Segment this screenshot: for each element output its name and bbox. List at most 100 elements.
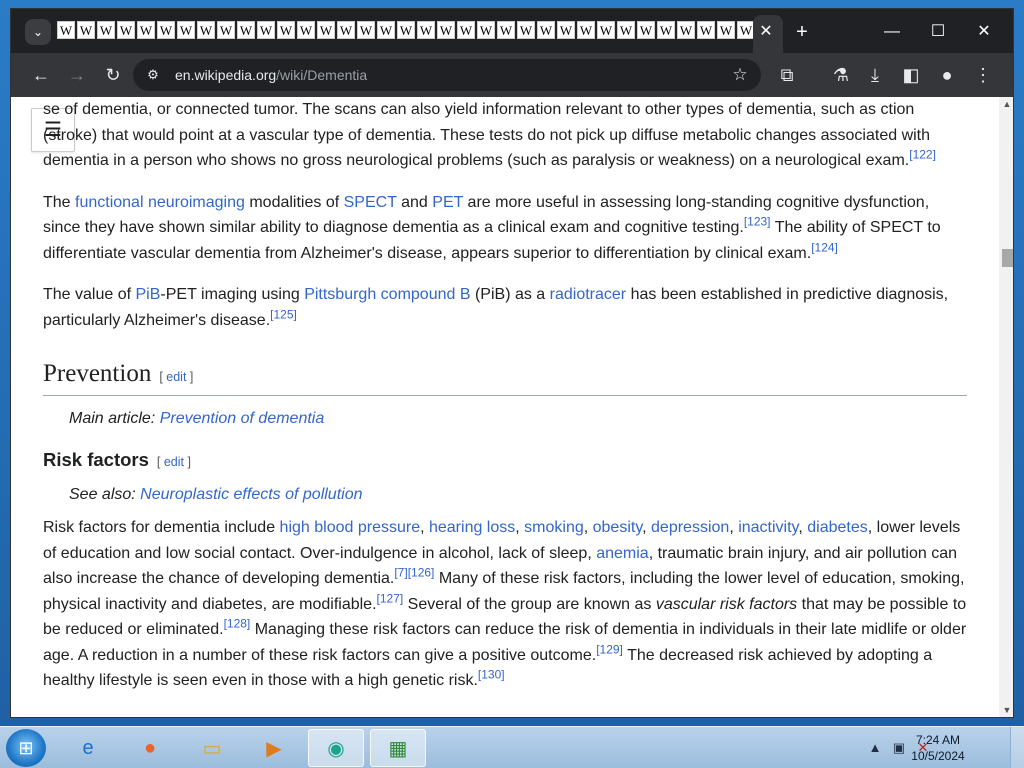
tab-wikipedia-favicon[interactable]: W xyxy=(537,21,555,39)
file-explorer-icon[interactable]: ▭ xyxy=(184,729,240,767)
back-button[interactable]: ← xyxy=(29,63,53,87)
tab-wikipedia-favicon[interactable]: W xyxy=(57,21,75,39)
tab-wikipedia-favicon[interactable]: W xyxy=(97,21,115,39)
system-clock[interactable]: 7:24 AM 10/5/2024 xyxy=(908,732,968,764)
tab-wikipedia-favicon[interactable]: W xyxy=(357,21,375,39)
citation-127[interactable]: [127] xyxy=(377,591,404,605)
clock-date: 10/5/2024 xyxy=(911,749,965,763)
vertical-scrollbar[interactable]: ▲ ▼ xyxy=(999,97,1013,717)
link-diabetes[interactable]: diabetes xyxy=(807,519,868,536)
tab-wikipedia-favicon[interactable]: W xyxy=(117,21,135,39)
network-icon[interactable]: ▣ xyxy=(890,739,908,757)
minimize-button[interactable]: — xyxy=(877,21,907,43)
flask-icon[interactable]: ⚗ xyxy=(829,63,853,87)
citation-122[interactable]: [122] xyxy=(909,148,936,162)
tab-wikipedia-favicon[interactable]: W xyxy=(477,21,495,39)
link-prevention-of-dementia[interactable]: Prevention of dementia xyxy=(160,410,325,427)
tab-wikipedia-favicon[interactable]: W xyxy=(277,21,295,39)
link-radiotracer[interactable]: radiotracer xyxy=(550,286,626,303)
tab-wikipedia-favicon[interactable]: W xyxy=(697,21,715,39)
tab-wikipedia-favicon[interactable]: W xyxy=(557,21,575,39)
windows-start-button[interactable]: ⊞ xyxy=(6,729,46,767)
tab-wikipedia-favicon[interactable]: W xyxy=(77,21,95,39)
link-depression[interactable]: depression xyxy=(651,519,729,536)
side-panel-icon[interactable]: ◧ xyxy=(899,63,923,87)
tab-wikipedia-favicon[interactable]: W xyxy=(497,21,515,39)
tab-wikipedia-favicon[interactable]: W xyxy=(337,21,355,39)
link-functional-neuroimaging[interactable]: functional neuroimaging xyxy=(75,194,245,211)
reload-button[interactable]: ↻ xyxy=(101,63,125,87)
tab-strip: ⌄ WWWWWWWWWWWWWWWWWWWWWWWWWWWWWWWWWWW ✕ … xyxy=(11,9,1013,53)
tab-wikipedia-favicon[interactable]: W xyxy=(517,21,535,39)
link-spect[interactable]: SPECT xyxy=(344,194,397,211)
link-inactivity[interactable]: inactivity xyxy=(738,519,798,536)
tab-search-button[interactable]: ⌄ xyxy=(25,19,51,45)
citation-125[interactable]: [125] xyxy=(270,307,297,321)
tab-wikipedia-favicon[interactable]: W xyxy=(157,21,175,39)
media-player-icon[interactable]: ▶ xyxy=(246,729,302,767)
tab-wikipedia-favicon[interactable]: W xyxy=(577,21,595,39)
link-smoking[interactable]: smoking xyxy=(524,519,584,536)
tab-wikipedia-favicon[interactable]: W xyxy=(717,21,735,39)
tab-wikipedia-favicon[interactable]: W xyxy=(637,21,655,39)
link-anemia[interactable]: anemia xyxy=(596,545,648,562)
scroll-down-arrow-icon[interactable]: ▼ xyxy=(999,705,1013,717)
tab-wikipedia-favicon[interactable]: W xyxy=(137,21,155,39)
tab-wikipedia-favicon[interactable]: W xyxy=(257,21,275,39)
link-pib[interactable]: PiB xyxy=(136,286,161,303)
scroll-up-arrow-icon[interactable]: ▲ xyxy=(999,99,1013,111)
internet-explorer-icon[interactable]: e xyxy=(60,729,116,767)
show-hidden-icons-icon[interactable]: ▲ xyxy=(866,739,884,757)
tab-wikipedia-favicon[interactable]: W xyxy=(317,21,335,39)
citation-126[interactable]: [126] xyxy=(408,566,435,580)
tab-wikipedia-favicon[interactable]: W xyxy=(197,21,215,39)
article-body: se of dementia, or connected tumor. The … xyxy=(43,101,967,710)
citation-129[interactable]: [129] xyxy=(596,642,623,656)
edit-link-prevention[interactable]: edit xyxy=(166,370,186,384)
tab-wikipedia-favicon[interactable]: W xyxy=(617,21,635,39)
citation-7[interactable]: [7] xyxy=(394,566,407,580)
address-bar[interactable]: ⚙ en.wikipedia.org/wiki/Dementia ☆ xyxy=(133,59,761,91)
tab-wikipedia-favicon[interactable]: W xyxy=(177,21,195,39)
edit-link-risk-factors[interactable]: edit xyxy=(164,455,184,469)
tab-wikipedia-favicon[interactable]: W xyxy=(657,21,675,39)
link-pet[interactable]: PET xyxy=(432,194,463,211)
tab-wikipedia-favicon[interactable]: W xyxy=(377,21,395,39)
tab-wikipedia-favicon[interactable]: W xyxy=(677,21,695,39)
star-icon[interactable]: ☆ xyxy=(729,64,751,86)
link-hearing-loss[interactable]: hearing loss xyxy=(429,519,515,536)
green-circle-app-icon[interactable]: ◉ xyxy=(308,729,364,767)
link-high-blood-pressure[interactable]: high blood pressure xyxy=(280,519,421,536)
new-tab-button[interactable]: + xyxy=(789,19,815,45)
close-window-button[interactable]: ✕ xyxy=(969,21,999,43)
link-obesity[interactable]: obesity xyxy=(593,519,643,536)
tab-wikipedia-favicon[interactable]: W xyxy=(457,21,475,39)
tab-wikipedia-favicon[interactable]: W xyxy=(437,21,455,39)
citation-130[interactable]: [130] xyxy=(478,668,505,682)
download-icon[interactable]: ⤓ xyxy=(863,63,887,87)
citation-123[interactable]: [123] xyxy=(744,215,771,229)
citation-124[interactable]: [124] xyxy=(811,240,838,254)
tab-wikipedia-favicon[interactable]: W xyxy=(297,21,315,39)
tune-icon[interactable]: ⚙ xyxy=(143,65,163,85)
link-pittsburgh-compound-b[interactable]: Pittsburgh compound B xyxy=(304,286,470,303)
tab-wikipedia-favicon[interactable]: W xyxy=(417,21,435,39)
tab-wikipedia-favicon[interactable]: W xyxy=(237,21,255,39)
tab-wikipedia-favicon[interactable]: W xyxy=(397,21,415,39)
profile-icon[interactable]: ● xyxy=(935,63,959,87)
show-desktop-button[interactable] xyxy=(1010,727,1024,768)
firefox-icon[interactable]: ● xyxy=(122,729,178,767)
tab-wikipedia-favicon[interactable]: W xyxy=(217,21,235,39)
task-manager-icon[interactable]: ▦ xyxy=(370,729,426,767)
tab-close-icon[interactable]: ✕ xyxy=(753,21,779,43)
forward-button[interactable]: → xyxy=(65,63,89,87)
tab-wikipedia-favicon[interactable]: W xyxy=(597,21,615,39)
scrollbar-thumb[interactable] xyxy=(1002,249,1013,267)
citation-128[interactable]: [128] xyxy=(224,617,251,631)
paragraph-pib-pet: The value of PiB-PET imaging using Pitts… xyxy=(43,286,949,329)
address-url[interactable]: en.wikipedia.org/wiki/Dementia xyxy=(175,59,367,91)
kebab-menu-icon[interactable]: ⋮ xyxy=(971,63,995,87)
puzzle-icon[interactable]: ⧉ xyxy=(775,63,799,87)
maximize-button[interactable]: ☐ xyxy=(923,21,953,43)
link-neuroplastic-effects-of-pollution[interactable]: Neuroplastic effects of pollution xyxy=(140,486,362,503)
